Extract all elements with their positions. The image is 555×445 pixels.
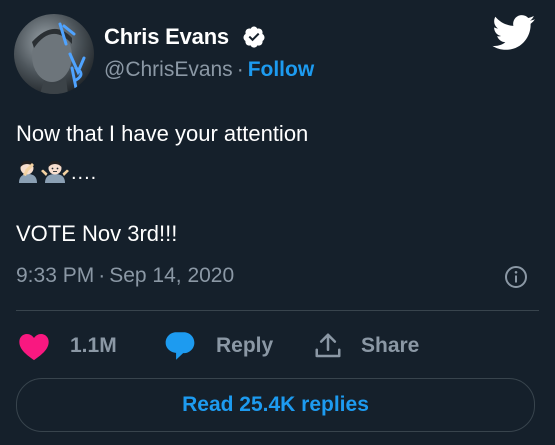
actions-divider bbox=[16, 310, 539, 311]
tweet-embed-card: Chris Evans @ChrisEvans · Follow Now that … bbox=[0, 0, 555, 445]
author-handle-row: @ChrisEvans · Follow bbox=[104, 58, 314, 82]
like-button[interactable]: 1.1M bbox=[18, 330, 117, 362]
follow-link[interactable]: Follow bbox=[248, 58, 315, 81]
tweet-date: Sep 14, 2020 bbox=[109, 264, 235, 287]
avatar-image bbox=[32, 22, 86, 94]
like-count: 1.1M bbox=[70, 334, 117, 357]
tweet-text-line1: Now that I have your attention bbox=[16, 121, 309, 146]
tweet-emoji-row: .... bbox=[16, 157, 97, 183]
timestamp-separator: · bbox=[98, 264, 106, 287]
tweet-timestamp[interactable]: 9:33 PM · Sep 14, 2020 bbox=[16, 264, 234, 288]
tweet-text-line2: VOTE Nov 3rd!!! bbox=[16, 221, 178, 246]
reply-button[interactable]: Reply bbox=[164, 330, 273, 362]
man-shrugging-emoji-icon bbox=[41, 161, 69, 183]
reply-bubble-icon bbox=[165, 332, 195, 360]
author-handle[interactable]: @ChrisEvans bbox=[104, 58, 233, 81]
read-replies-label: Read 25.4K replies bbox=[182, 393, 369, 416]
tweet-time: 9:33 PM bbox=[16, 264, 95, 287]
man-facepalming-emoji-icon bbox=[19, 161, 37, 183]
reply-label: Reply bbox=[216, 334, 274, 357]
verified-badge-icon bbox=[243, 26, 265, 48]
heart-icon bbox=[19, 334, 49, 361]
twitter-bird-icon[interactable] bbox=[492, 15, 536, 51]
share-label: Share bbox=[361, 334, 420, 357]
handle-separator: · bbox=[236, 58, 244, 81]
author-avatar[interactable] bbox=[14, 14, 94, 94]
author-display-name[interactable]: Chris Evans bbox=[104, 24, 229, 50]
read-replies-button[interactable]: Read 25.4K replies bbox=[16, 378, 535, 432]
info-icon[interactable] bbox=[504, 265, 528, 289]
emoji-trailing-dots: .... bbox=[71, 162, 98, 184]
share-upload-icon bbox=[315, 333, 341, 358]
share-button[interactable]: Share bbox=[313, 330, 419, 362]
